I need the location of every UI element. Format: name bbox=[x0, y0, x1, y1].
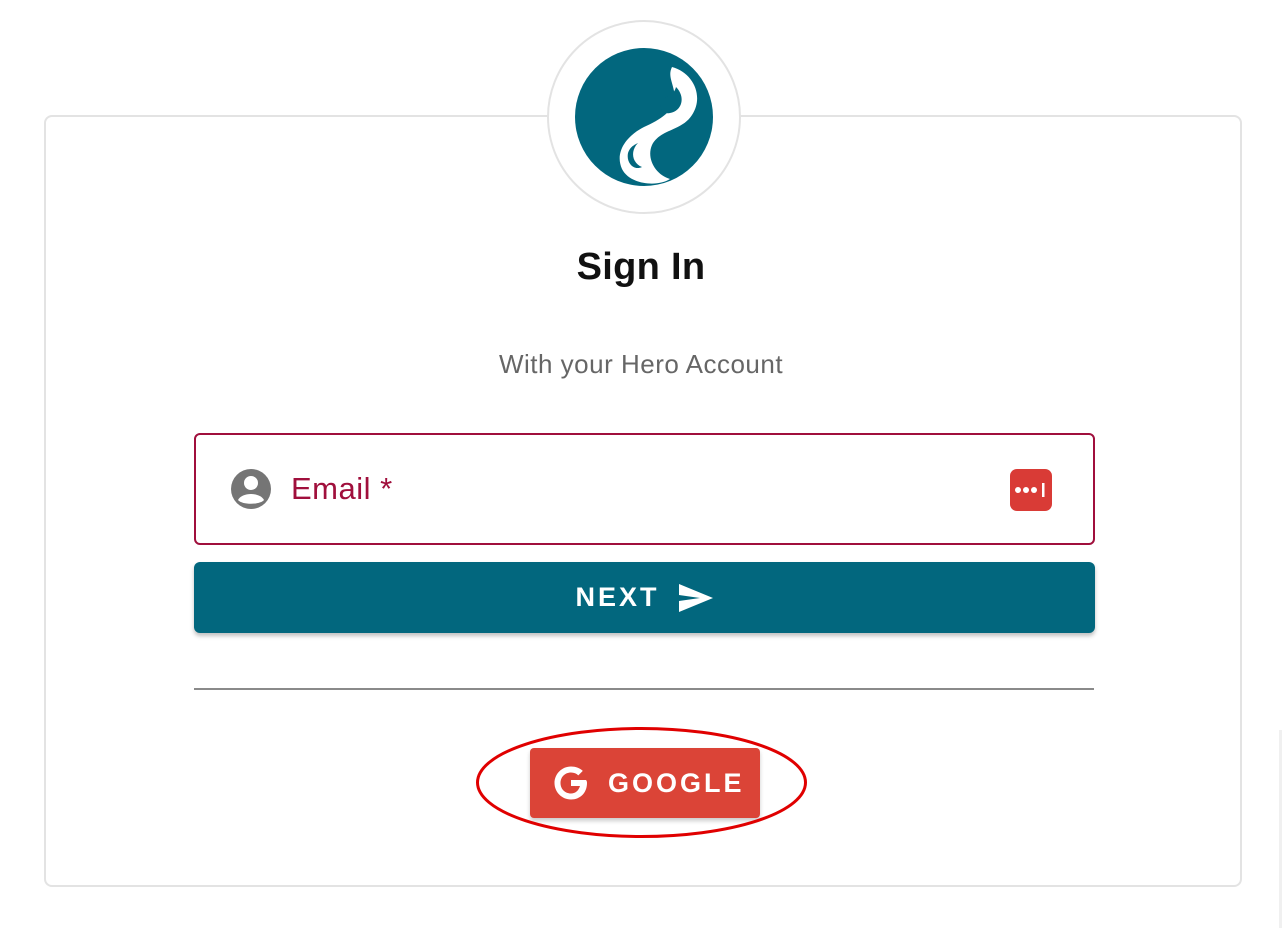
divider bbox=[194, 688, 1094, 690]
google-button-label: GOOGLE bbox=[608, 767, 745, 798]
send-icon bbox=[678, 583, 713, 612]
account-circle-icon bbox=[231, 469, 271, 509]
page-title: Sign In bbox=[576, 246, 706, 288]
logo-badge bbox=[547, 20, 741, 214]
sign-in-page: Sign In With your Hero Account Email * N… bbox=[0, 0, 1282, 928]
google-g-icon bbox=[554, 766, 587, 800]
email-field[interactable]: Email * bbox=[194, 433, 1095, 545]
next-button-label: NEXT bbox=[575, 582, 660, 612]
email-field-label: Email * bbox=[291, 471, 393, 506]
dots-glyph bbox=[1015, 483, 1045, 497]
google-sign-in-button[interactable]: GOOGLE bbox=[530, 748, 760, 818]
password-manager-icon[interactable] bbox=[1010, 469, 1052, 511]
page-subtitle: With your Hero Account bbox=[498, 349, 784, 379]
hero-swirl-logo-icon bbox=[575, 48, 713, 186]
next-button[interactable]: NEXT bbox=[194, 562, 1095, 633]
